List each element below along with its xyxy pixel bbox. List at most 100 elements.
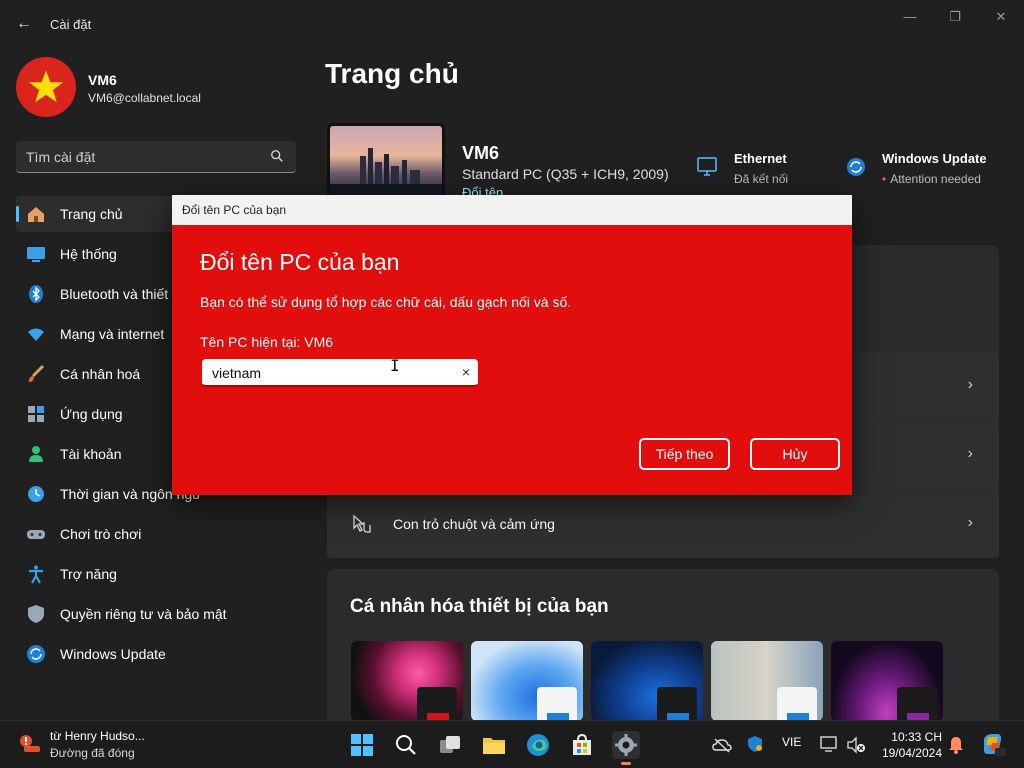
account-icon: [29, 446, 43, 462]
sidebar-item-privacy[interactable]: Quyền riêng tư và bảo mật: [16, 596, 296, 632]
mouse-touch-label: Con trỏ chuột và cảm ứng: [393, 516, 555, 532]
chevron-right-icon: ›: [967, 376, 973, 393]
traffic-alert-icon: [20, 735, 40, 752]
pc-name-input[interactable]: vietnam ×: [202, 359, 478, 387]
security-shield-icon[interactable]: [746, 735, 764, 753]
back-arrow-icon[interactable]: ←: [14, 14, 34, 34]
gear-icon: [615, 734, 637, 756]
star-icon: [28, 70, 64, 103]
ethernet-title[interactable]: Ethernet: [734, 151, 787, 166]
active-app-indicator: [621, 762, 631, 765]
personalize-title: Cá nhân hóa thiết bị của bạn: [350, 596, 609, 617]
alert-dot-icon: •: [882, 172, 887, 186]
cancel-button[interactable]: Hủy: [750, 438, 840, 470]
system-clock[interactable]: 10:33 CH 19/04/2024: [880, 729, 942, 761]
theme-thumbnail[interactable]: [711, 641, 823, 721]
apps-icon: [28, 406, 44, 422]
settings-taskbar-button[interactable]: [612, 731, 640, 765]
brush-icon: [28, 364, 45, 382]
sidebar-item-label: Quyền riêng tư và bảo mật: [60, 606, 227, 622]
sidebar-item-label: Ứng dụng: [60, 406, 123, 422]
windows-logo-icon: [351, 734, 373, 756]
accessibility-icon: [29, 565, 43, 584]
minimize-button[interactable]: —: [895, 8, 925, 26]
bluetooth-icon: [29, 285, 43, 303]
pc-model: Standard PC (Q35 + ICH9, 2009): [462, 166, 669, 182]
sidebar-item-label: Tài khoản: [60, 446, 122, 462]
user-name: VM6: [88, 72, 117, 88]
search-input[interactable]: Tìm cài đặt: [16, 141, 296, 173]
ethernet-icon: [697, 157, 717, 176]
time-language-icon: [28, 486, 44, 502]
sidebar-item-label: Trang chủ: [60, 206, 123, 222]
sidebar-item-gaming[interactable]: Chơi trò chơi: [16, 516, 296, 552]
sidebar-item-label: Mạng và internet: [60, 326, 165, 342]
ethernet-status: Đã kết nối: [734, 172, 789, 186]
theme-thumbnail[interactable]: [831, 641, 943, 721]
dialog-title-bar[interactable]: Đổi tên PC của bạn: [172, 195, 852, 225]
windows-update-title[interactable]: Windows Update: [882, 151, 987, 166]
start-button[interactable]: [348, 731, 376, 759]
sidebar-item-windows-update[interactable]: Windows Update: [16, 636, 296, 672]
sidebar-item-label: Cá nhân hoá: [60, 366, 141, 382]
chevron-right-icon: ›: [967, 445, 973, 462]
system-icon: [27, 247, 45, 262]
mouse-touch-icon: [353, 514, 371, 533]
taskbar-search-button[interactable]: [392, 731, 420, 759]
copilot-icon[interactable]: [980, 731, 1006, 757]
folder-icon: [483, 738, 505, 754]
windows-update-status-text: Attention needed: [890, 172, 981, 186]
clear-input-icon[interactable]: ×: [462, 364, 470, 380]
sidebar-item-label: Bluetooth và thiết: [60, 286, 169, 302]
sidebar-item-label: Chơi trò chơi: [60, 526, 142, 542]
sidebar-item-label: Windows Update: [60, 646, 166, 662]
store-icon: [573, 733, 591, 755]
next-button[interactable]: Tiếp theo: [639, 438, 730, 470]
home-icon: [28, 207, 44, 222]
sidebar-item-accessibility[interactable]: Trợ năng: [16, 556, 296, 592]
windows-update-status: • Attention needed: [882, 172, 981, 186]
dialog-window-title: Đổi tên PC của bạn: [182, 203, 287, 217]
theme-thumbnail[interactable]: [591, 641, 703, 721]
sidebar-item-label: Hệ thống: [60, 246, 117, 262]
edge-browser-icon: [527, 734, 549, 756]
title-bar: ← Cài đặt — ❐ ✕: [0, 0, 1024, 48]
network-monitor-icon[interactable]: [820, 736, 840, 754]
shield-icon: [28, 605, 44, 623]
avatar[interactable]: [16, 57, 76, 117]
store-button[interactable]: [568, 731, 596, 759]
notification-title[interactable]: từ Henry Hudso...: [50, 729, 145, 743]
text-cursor-icon: I: [390, 356, 400, 375]
maximize-button[interactable]: ❐: [940, 8, 970, 26]
pc-wallpaper-thumbnail: [327, 123, 445, 203]
clock-date: 19/04/2024: [881, 746, 942, 760]
notification-bell-icon[interactable]: [948, 735, 964, 755]
theme-thumbnail[interactable]: [351, 641, 463, 721]
current-pc-name: Tên PC hiện tại: VM6: [200, 334, 334, 350]
rename-pc-dialog: Đổi tên PC của bạn Đổi tên PC của bạn Bạ…: [172, 195, 852, 495]
user-email: VM6@collabnet.local: [88, 91, 201, 105]
gamepad-icon: [27, 530, 45, 539]
clock-time: 10:33 CH: [891, 730, 942, 744]
windows-update-icon: [847, 158, 865, 176]
chevron-right-icon: ›: [967, 514, 973, 531]
close-button[interactable]: ✕: [986, 8, 1016, 26]
dialog-heading: Đổi tên PC của bạn: [200, 249, 400, 275]
notification-subtitle: Đường đã đóng: [50, 746, 135, 760]
page-title: Trang chủ: [325, 58, 459, 89]
file-explorer-button[interactable]: [480, 731, 508, 759]
task-view-icon: [440, 736, 460, 753]
search-icon: [396, 735, 416, 755]
task-view-button[interactable]: [436, 731, 464, 759]
dialog-description: Bạn có thể sử dụng tổ hợp các chữ cái, d…: [200, 294, 572, 310]
volume-muted-icon[interactable]: [846, 736, 866, 754]
mouse-touch-row[interactable]: Con trỏ chuột và cảm ứng ›: [327, 490, 999, 558]
cloud-offline-icon[interactable]: [712, 737, 732, 753]
search-placeholder: Tìm cài đặt: [26, 149, 96, 165]
theme-thumbnail[interactable]: [471, 641, 583, 721]
edge-button[interactable]: [524, 731, 552, 759]
wifi-icon: [28, 328, 44, 341]
language-indicator[interactable]: VIE: [782, 735, 801, 749]
update-icon: [27, 645, 45, 663]
app-title: Cài đặt: [50, 17, 92, 32]
